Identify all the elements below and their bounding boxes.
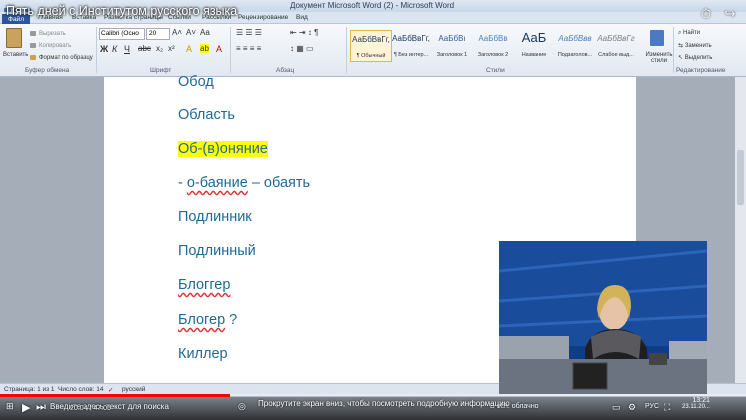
tab-review[interactable]: Рецензирование: [238, 14, 288, 21]
style-heading-1[interactable]: АаБбВı Заголовок 1: [432, 30, 472, 60]
doc-line-8[interactable]: Блогер ?: [178, 312, 237, 328]
select-button[interactable]: ↖ Выделить: [678, 54, 712, 61]
play-icon[interactable]: ▶: [22, 401, 30, 414]
presenter-figure: [499, 241, 707, 394]
replace-button[interactable]: ⇆ Заменить: [678, 42, 712, 49]
change-styles-button[interactable]: Изменить стили: [642, 52, 676, 64]
change-case-button[interactable]: Aa: [200, 28, 210, 37]
next-icon[interactable]: ⏭: [36, 401, 46, 414]
change-styles-icon[interactable]: [650, 30, 664, 46]
video-timecode: 20:04 / 47:05: [70, 405, 111, 412]
font-group-label: Шрифт: [150, 67, 172, 74]
doc-line-5[interactable]: Подлинник: [178, 209, 252, 225]
video-title[interactable]: Пять дней с Институтом русского языка: [6, 4, 237, 18]
paste-button[interactable]: Вставить: [3, 52, 28, 58]
find-button[interactable]: ⌕ Найти: [678, 30, 700, 37]
text-effects-button[interactable]: A: [186, 44, 192, 54]
copy-button[interactable]: Копировать: [39, 43, 71, 49]
doc-line-2[interactable]: Область: [178, 107, 235, 123]
settings-gear-icon[interactable]: ⚙: [628, 402, 636, 413]
italic-button[interactable]: К: [112, 44, 117, 54]
paste-icon[interactable]: [6, 28, 22, 48]
underline-button[interactable]: Ч: [124, 44, 130, 54]
style-title[interactable]: АаБ Название: [514, 30, 554, 60]
indent-buttons[interactable]: ⇤ ⇥ ↕ ¶: [290, 28, 318, 37]
style-normal[interactable]: АаБбВвГг, ¶ Обычный: [350, 30, 392, 62]
doc-line-3[interactable]: Об-(в)оняние: [178, 141, 268, 157]
ribbon: Вставить Вырезать Копировать Формат по о…: [0, 24, 746, 77]
paragraph-group-label: Абзац: [276, 67, 295, 74]
tab-view[interactable]: Вид: [296, 14, 308, 21]
subtitles-icon[interactable]: ▭: [612, 402, 621, 413]
doc-line-9[interactable]: Киллер: [178, 346, 228, 362]
editing-group-label: Редактирование: [676, 67, 726, 74]
doc-line-7[interactable]: Блоггер: [178, 277, 230, 293]
keyboard-lang[interactable]: РУС: [645, 403, 659, 410]
doc-line-4[interactable]: - о-баяние – обаять: [178, 175, 310, 191]
clipboard-group-label: Буфер обмена: [25, 67, 70, 74]
subscript-button[interactable]: x₂: [156, 44, 163, 53]
spellcheck-icon[interactable]: ✓: [108, 386, 113, 394]
windows-start-icon[interactable]: ⊞: [6, 401, 14, 412]
scrollbar-thumb[interactable]: [737, 150, 744, 205]
status-language[interactable]: русский: [122, 386, 145, 393]
align-buttons[interactable]: ≡ ≡ ≡ ≡: [236, 44, 261, 53]
font-color-button[interactable]: A: [216, 44, 222, 54]
cut-button[interactable]: Вырезать: [39, 31, 66, 37]
vertical-scrollbar[interactable]: [735, 77, 746, 383]
taskbar-app-icon[interactable]: ◎: [238, 401, 246, 412]
shrink-font-button[interactable]: A˅: [186, 28, 196, 37]
window-title: Документ Microsoft Word (2) - Microsoft …: [290, 1, 455, 10]
doc-line-1[interactable]: Обод: [178, 74, 214, 90]
clock-icon[interactable]: ⏱: [698, 6, 714, 22]
copy-icon[interactable]: [30, 43, 36, 48]
scroll-hint: Прокрутите экран вниз, чтобы посмотреть …: [258, 399, 510, 408]
fullscreen-icon[interactable]: ⛶: [664, 402, 670, 413]
format-painter-icon[interactable]: [30, 55, 36, 60]
share-icon[interactable]: ↪: [722, 6, 738, 22]
cut-icon[interactable]: [30, 31, 36, 36]
font-size-select[interactable]: 20: [146, 28, 170, 40]
strikethrough-button[interactable]: abc: [138, 44, 151, 53]
webcam-video: [499, 241, 707, 394]
superscript-button[interactable]: x²: [168, 44, 175, 53]
bold-button[interactable]: Ж: [100, 44, 108, 54]
status-words[interactable]: Число слов: 14: [58, 386, 104, 393]
bullets-button[interactable]: ☰ ☰ ☰: [236, 28, 262, 37]
video-top-controls: ⏱ ↪: [690, 5, 738, 23]
spacing-shading-buttons[interactable]: ↕ ▦ ▭: [290, 44, 314, 53]
grow-font-button[interactable]: A˄: [172, 28, 182, 37]
style-subtle-emphasis[interactable]: АаБбВвГг Слабое выд...: [596, 30, 636, 60]
style-subtitle[interactable]: АаБбВвв Подзаголов...: [555, 30, 595, 60]
style-heading-2[interactable]: АаБбВв Заголовок 2: [473, 30, 513, 60]
style-no-spacing[interactable]: АаБбВвГг, ¶ Без интер...: [391, 30, 431, 60]
video-progress-fill: [0, 394, 230, 397]
format-painter-button[interactable]: Формат по образцу: [39, 55, 93, 61]
doc-line-6[interactable]: Подлинный: [178, 243, 256, 259]
status-page[interactable]: Страница: 1 из 1: [4, 386, 55, 393]
highlight-button[interactable]: ab: [200, 44, 209, 53]
font-name-select[interactable]: Calibri (Осно: [99, 28, 145, 40]
styles-group-label: Стили: [486, 67, 505, 74]
taskbar-clock: 13:21 23.11.20...: [682, 397, 710, 410]
